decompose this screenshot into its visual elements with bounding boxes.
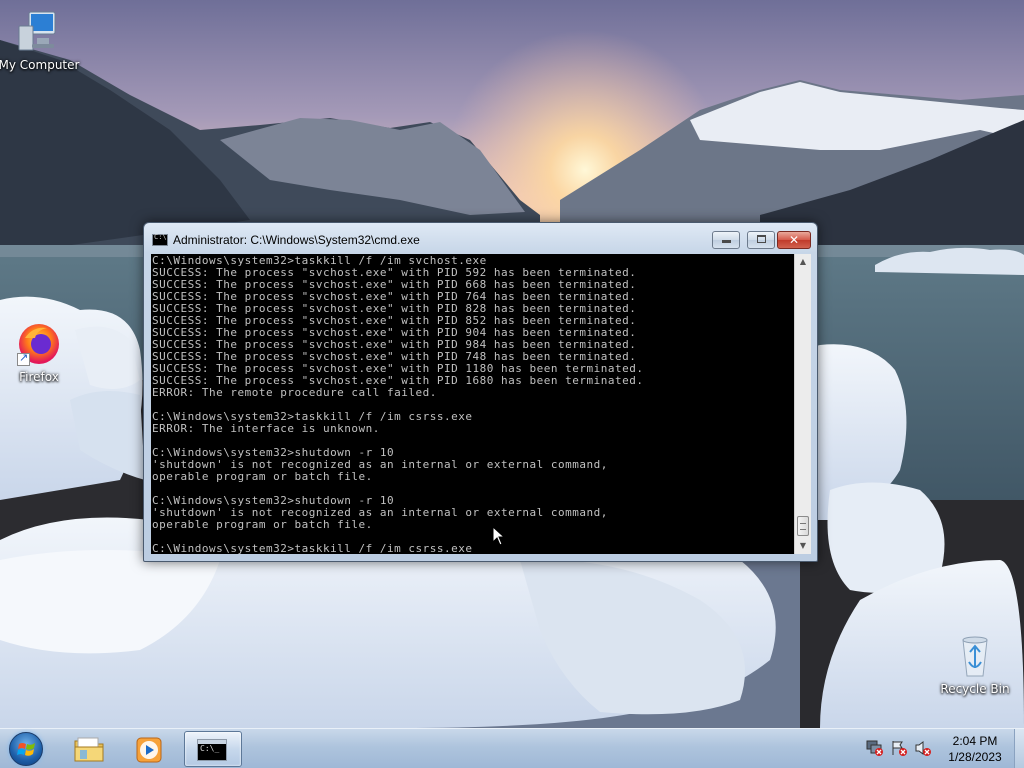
media-player-icon: [135, 736, 163, 768]
cmd-icon: C:\: [152, 233, 168, 246]
system-clock[interactable]: 2:04 PM 1/28/2023: [940, 733, 1010, 765]
console-line: operable program or batch file.: [152, 470, 373, 483]
start-button[interactable]: [5, 731, 49, 767]
maximize-button[interactable]: [747, 231, 775, 249]
clock-date: 1/28/2023: [948, 750, 1002, 764]
desktop-icon-recycle-bin[interactable]: Recycle Bin: [933, 632, 1017, 696]
computer-icon: [15, 8, 63, 56]
close-button[interactable]: ✕: [777, 231, 811, 249]
desktop-icon-firefox[interactable]: Firefox: [0, 320, 81, 384]
cmd-icon: C:\_: [197, 739, 227, 761]
scroll-up-arrow-icon[interactable]: ▲: [795, 254, 811, 270]
taskbar-explorer-button[interactable]: [60, 731, 118, 767]
windows-logo-icon: [9, 732, 43, 766]
vertical-scrollbar[interactable]: ▲ ▼: [794, 254, 811, 554]
scrollbar-thumb[interactable]: [797, 516, 809, 536]
window-title: Administrator: C:\Windows\System32\cmd.e…: [173, 233, 420, 247]
console-line: operable program or batch file.: [152, 518, 373, 531]
volume-muted-icon[interactable]: [914, 739, 932, 757]
taskbar-media-player-button[interactable]: [120, 731, 178, 767]
cmd-window[interactable]: C:\ Administrator: C:\Windows\System32\c…: [143, 222, 818, 562]
console-line: ERROR: The interface is unknown.: [152, 422, 380, 435]
network-error-icon[interactable]: [866, 739, 884, 757]
minimize-button[interactable]: [712, 231, 740, 249]
taskbar: C:\_ 2:04 PM 1/28/2023: [0, 728, 1024, 768]
shortcut-arrow-icon: [17, 351, 30, 366]
clock-time: 2:04 PM: [952, 734, 998, 748]
desktop-icon-label: Firefox: [19, 370, 59, 384]
mouse-pointer-icon: [492, 525, 506, 546]
close-icon: ✕: [788, 233, 800, 247]
show-desktop-button[interactable]: [1014, 729, 1024, 768]
desktop-icon-my-computer[interactable]: My Computer: [0, 8, 81, 72]
minimize-icon: [722, 240, 731, 243]
maximize-icon: [757, 235, 766, 243]
taskbar-cmd-button[interactable]: C:\_: [184, 731, 242, 767]
action-center-error-icon[interactable]: [890, 739, 908, 757]
folder-icon: [74, 736, 104, 766]
console-output[interactable]: C:\Windows\system32>taskkill /f /im svch…: [151, 254, 794, 554]
cmd-titlebar[interactable]: C:\ Administrator: C:\Windows\System32\c…: [144, 223, 817, 253]
desktop-icon-label: My Computer: [0, 58, 80, 72]
scroll-down-arrow-icon[interactable]: ▼: [795, 538, 811, 554]
desktop-icon-label: Recycle Bin: [940, 682, 1010, 696]
console-line: ERROR: The remote procedure call failed.: [152, 386, 437, 399]
recycle-bin-icon: [951, 632, 999, 680]
console-line: C:\Windows\system32>taskkill /f /im csrs…: [152, 542, 473, 555]
firefox-icon: [15, 320, 63, 368]
